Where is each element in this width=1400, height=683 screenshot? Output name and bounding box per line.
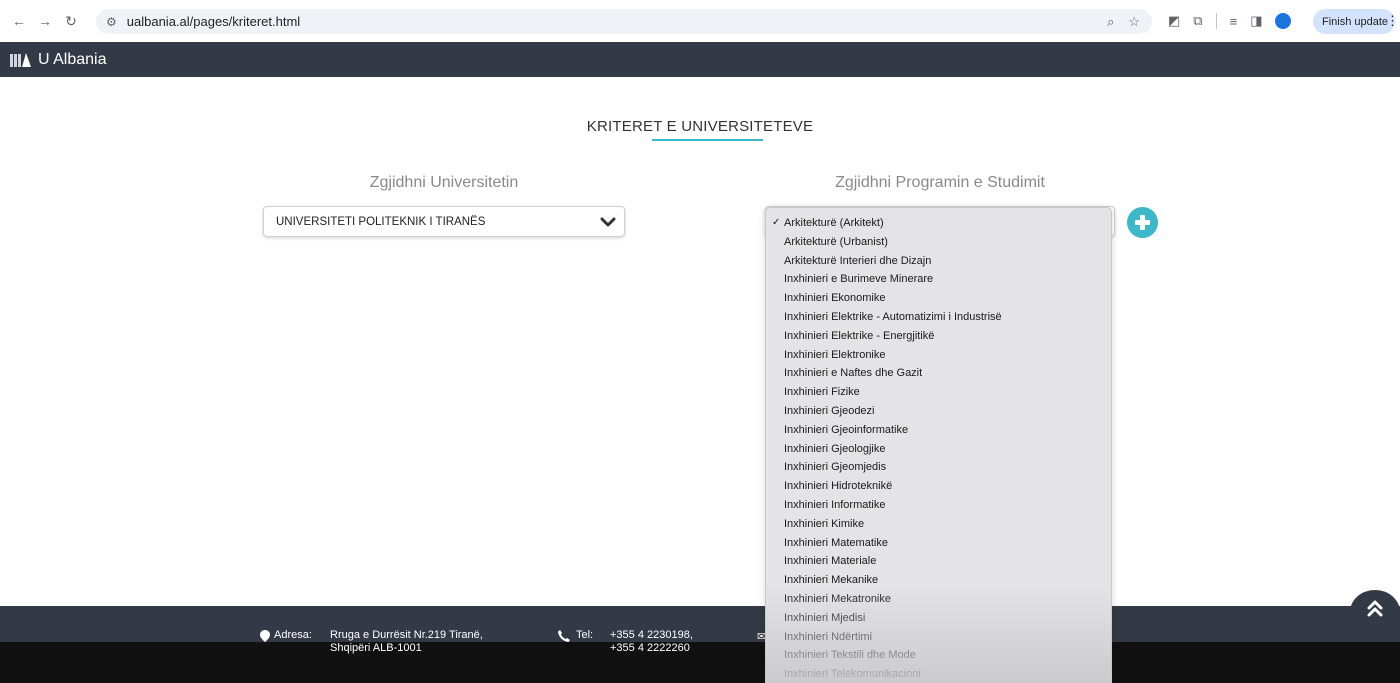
program-option-label: Inxhinieri Mekanike bbox=[784, 574, 879, 587]
program-option[interactable]: Inxhinieri Elektrike - Energjitikë bbox=[766, 327, 1111, 346]
program-option[interactable]: Inxhinieri Tekstili dhe Mode bbox=[766, 646, 1111, 665]
program-option-label: Inxhinieri Gjeomjedis bbox=[784, 461, 887, 474]
program-option[interactable]: Inxhinieri Ndërtimi bbox=[766, 628, 1111, 647]
bookmark-star-icon[interactable]: ☆ bbox=[1128, 14, 1140, 30]
scroll-to-top-button[interactable] bbox=[1350, 590, 1400, 634]
extension-icon[interactable]: ◩ bbox=[1168, 13, 1180, 29]
footer-bottom-bar bbox=[0, 642, 1400, 683]
address-line-2: Shqipëri ALB-1001 bbox=[330, 642, 422, 654]
program-option[interactable]: Inxhinieri Fizike bbox=[766, 383, 1111, 402]
program-option[interactable]: Inxhinieri Gjeodezi bbox=[766, 402, 1111, 421]
program-option-label: Inxhinieri Telekomunikacioni bbox=[784, 668, 921, 681]
program-option-label: Inxhinieri e Burimeve Minerare bbox=[784, 273, 934, 286]
program-option-label: Inxhinieri Materiale bbox=[784, 555, 877, 568]
program-option[interactable]: Arkitekturë (Urbanist) bbox=[766, 233, 1111, 252]
university-label: Zgjidhni Universitetin bbox=[369, 174, 519, 191]
phone-icon bbox=[558, 630, 570, 642]
program-option-label: Inxhinieri Kimike bbox=[784, 517, 865, 530]
reading-list-icon[interactable]: ≡ bbox=[1230, 14, 1238, 29]
address-line-1: Rruga e Durrësit Nr.219 Tiranë, bbox=[330, 629, 483, 641]
program-option-label: Arkitekturë Interieri dhe Dizajn bbox=[784, 254, 932, 267]
program-option-label: Inxhinieri Matematike bbox=[784, 536, 888, 549]
program-option-label: Inxhinieri Gjeologjike bbox=[784, 442, 886, 455]
program-option-label: Inxhinieri Elektrike - Automatizimi i In… bbox=[784, 310, 1002, 323]
program-option-label: Inxhinieri Mjedisi bbox=[784, 611, 866, 624]
back-arrow-icon[interactable]: ← bbox=[8, 10, 30, 32]
program-option[interactable]: Inxhinieri Materiale bbox=[766, 552, 1111, 571]
page-title: KRITERET E UNIVERSITETEVE bbox=[586, 118, 814, 135]
brand-name[interactable]: U Albania bbox=[38, 51, 107, 69]
profile-avatar-icon[interactable]: 👤 bbox=[1275, 13, 1292, 29]
brand-logo-icon[interactable] bbox=[10, 52, 32, 68]
program-option-label: Arkitekturë (Arkitekt) bbox=[784, 217, 884, 229]
program-option[interactable]: Inxhinieri Informatike bbox=[766, 496, 1111, 515]
program-option-label: Inxhinieri Fizike bbox=[784, 386, 860, 399]
footer bbox=[0, 606, 1400, 642]
site-settings-icon[interactable]: ⚙ bbox=[106, 15, 117, 29]
university-select-value: UNIVERSITETI POLITEKNIK I TIRANËS bbox=[276, 215, 486, 228]
program-option-label: Inxhinieri Elektronike bbox=[784, 348, 886, 361]
address-text: Rruga e Durrësit Nr.219 Tiranë, Shqipëri… bbox=[330, 629, 483, 655]
finish-update-label: Finish update bbox=[1322, 15, 1389, 28]
program-option[interactable]: Inxhinieri Hidroteknikë bbox=[766, 477, 1111, 496]
tel-text: +355 4 2230198, +355 4 2222260 bbox=[610, 629, 693, 655]
address-label: Adresa: bbox=[274, 629, 312, 641]
program-option[interactable]: Inxhinieri Ekonomike bbox=[766, 289, 1111, 308]
toolbar-separator bbox=[1215, 13, 1217, 29]
zoom-icon[interactable]: ⌕ bbox=[1107, 14, 1114, 30]
chevron-down-icon bbox=[600, 217, 616, 227]
program-option[interactable]: Inxhinieri Kimike bbox=[766, 515, 1111, 534]
program-label: Zgjidhni Programin e Studimit bbox=[835, 174, 1045, 191]
program-option[interactable]: Arkitekturë Interieri dhe Dizajn bbox=[766, 252, 1111, 271]
program-option[interactable]: Inxhinieri Elektrike - Automatizimi i In… bbox=[766, 308, 1111, 327]
program-option[interactable]: Inxhinieri Mekanike bbox=[766, 571, 1111, 590]
program-option[interactable]: Inxhinieri Elektronike bbox=[766, 346, 1111, 365]
checkmark-icon: ✓ bbox=[772, 217, 781, 228]
university-select[interactable]: UNIVERSITETI POLITEKNIK I TIRANËS bbox=[263, 206, 625, 237]
mail-icon: ✉ bbox=[757, 631, 767, 643]
program-option[interactable]: Inxhinieri e Naftes dhe Gazit bbox=[766, 364, 1111, 383]
program-option-label: Inxhinieri Ndërtimi bbox=[784, 630, 873, 643]
side-panel-icon[interactable]: ◨ bbox=[1250, 13, 1262, 29]
site-navbar: U Albania bbox=[0, 42, 1400, 77]
title-underline bbox=[652, 139, 763, 141]
program-option-label: Inxhinieri Hidroteknikë bbox=[784, 480, 893, 493]
program-option-label: Inxhinieri Ekonomike bbox=[784, 292, 886, 305]
more-menu-icon[interactable]: ⋮ bbox=[1386, 13, 1399, 29]
tel-line-2[interactable]: +355 4 2222260 bbox=[610, 642, 693, 655]
program-option-label: Inxhinieri Informatike bbox=[784, 498, 886, 511]
program-option[interactable]: Inxhinieri e Burimeve Minerare bbox=[766, 270, 1111, 289]
finish-update-button[interactable]: Finish update ⋮ bbox=[1313, 9, 1399, 34]
program-option[interactable]: Inxhinieri Mjedisi bbox=[766, 609, 1111, 628]
program-options: ✓ Arkitekturë (Arkitekt) Arkitekturë (Urba… bbox=[766, 208, 1111, 683]
program-option-label: Inxhinieri Mekatronike bbox=[784, 592, 891, 605]
map-marker-icon bbox=[260, 630, 270, 642]
program-option[interactable]: Inxhinieri Matematike bbox=[766, 534, 1111, 553]
tel-label: Tel: bbox=[576, 629, 594, 641]
program-option-label: Arkitekturë (Urbanist) bbox=[784, 235, 888, 248]
program-dropdown-list[interactable]: ✓ Arkitekturë (Arkitekt) Arkitekturë (Urba… bbox=[765, 207, 1112, 683]
extension-toolbar: ◩ ⧉ ≡ ◨ 👤 bbox=[1168, 10, 1292, 32]
program-option-label: Inxhinieri e Naftes dhe Gazit bbox=[784, 367, 923, 380]
program-option[interactable]: Inxhinieri Gjeologjike bbox=[766, 440, 1111, 459]
forward-arrow-icon[interactable]: → bbox=[34, 10, 56, 32]
program-option[interactable]: Inxhinieri Gjeomjedis bbox=[766, 458, 1111, 477]
reload-icon[interactable]: ↻ bbox=[60, 10, 82, 32]
tel-line-1[interactable]: +355 4 2230198, bbox=[610, 629, 693, 642]
program-option[interactable]: Inxhinieri Mekatronike bbox=[766, 590, 1111, 609]
program-option[interactable]: Inxhinieri Gjeoinformatike bbox=[766, 421, 1111, 440]
program-option-label: Inxhinieri Elektrike - Energjitikë bbox=[784, 329, 935, 342]
address-bar[interactable]: ⚙ ualbania.al/pages/kriteret.html ⌕ ☆ bbox=[96, 9, 1152, 34]
program-option-label: Inxhinieri Tekstili dhe Mode bbox=[784, 649, 916, 662]
browser-toolbar: ← → ↻ ⚙ ualbania.al/pages/kriteret.html … bbox=[0, 0, 1400, 42]
url-text[interactable]: ualbania.al/pages/kriteret.html bbox=[127, 14, 300, 29]
program-option-label: Inxhinieri Gjeodezi bbox=[784, 404, 875, 417]
program-option[interactable]: ✓ Arkitekturë (Arkitekt) bbox=[766, 214, 1111, 233]
double-chevron-up-icon bbox=[1367, 600, 1383, 617]
add-program-button[interactable] bbox=[1127, 207, 1158, 238]
puzzle-icon[interactable]: ⧉ bbox=[1193, 13, 1202, 29]
program-option-label: Inxhinieri Gjeoinformatike bbox=[784, 423, 909, 436]
program-option[interactable]: Inxhinieri Telekomunikacioni bbox=[766, 665, 1111, 683]
omnibox-actions: ⌕ ☆ bbox=[1107, 9, 1140, 34]
